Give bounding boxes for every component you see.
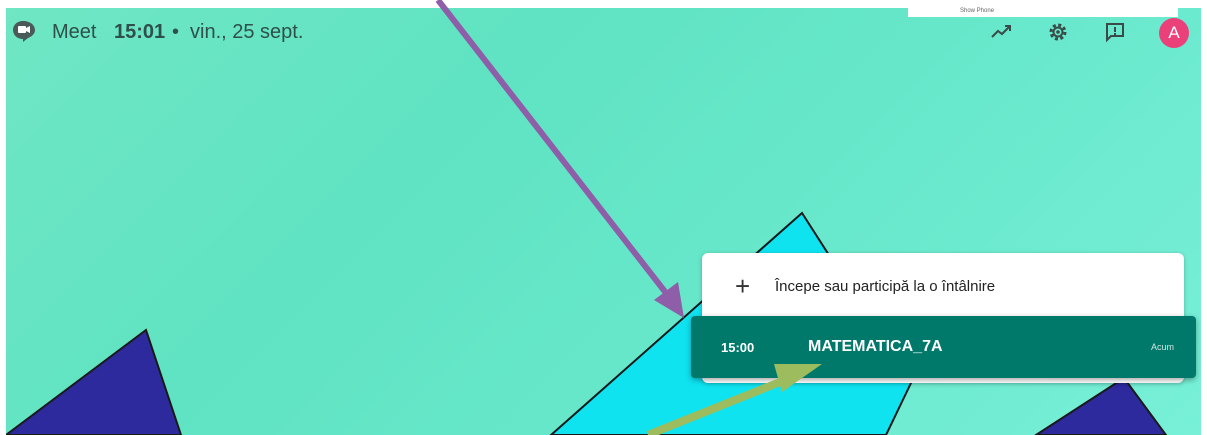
- meeting-title: MATEMATICA_7A: [808, 338, 943, 355]
- trending-icon[interactable]: [989, 20, 1013, 44]
- meet-logo-icon: [13, 21, 35, 42]
- current-date: vin., 25 sept.: [190, 21, 304, 43]
- meeting-item[interactable]: 15:00 MATEMATICA_7A Acum: [691, 316, 1196, 378]
- popup-fragment: Show Phone: [908, 0, 1178, 17]
- meeting-status: Acum: [1151, 342, 1175, 352]
- feedback-icon[interactable]: [1103, 20, 1127, 44]
- dark-triangle-left: [6, 328, 183, 435]
- current-time: 15:01: [114, 21, 166, 43]
- start-or-join-meeting-button[interactable]: + Începe sau participă la o întâlnire: [702, 253, 1184, 319]
- popup-text: Show Phone: [960, 8, 995, 14]
- screenshot: Meet 15:01 • vin., 25 sept. A Show Phone…: [0, 0, 1207, 435]
- dark-triangle-right: [1034, 376, 1168, 435]
- gear-icon[interactable]: [1046, 20, 1070, 44]
- plus-icon: +: [735, 271, 751, 301]
- meeting-time: 15:00: [721, 340, 755, 355]
- time-date-separator: •: [172, 21, 180, 43]
- app-name: Meet: [52, 21, 97, 43]
- join-meeting-label: Începe sau participă la o întâlnire: [775, 278, 996, 295]
- account-avatar[interactable]: A: [1159, 18, 1189, 48]
